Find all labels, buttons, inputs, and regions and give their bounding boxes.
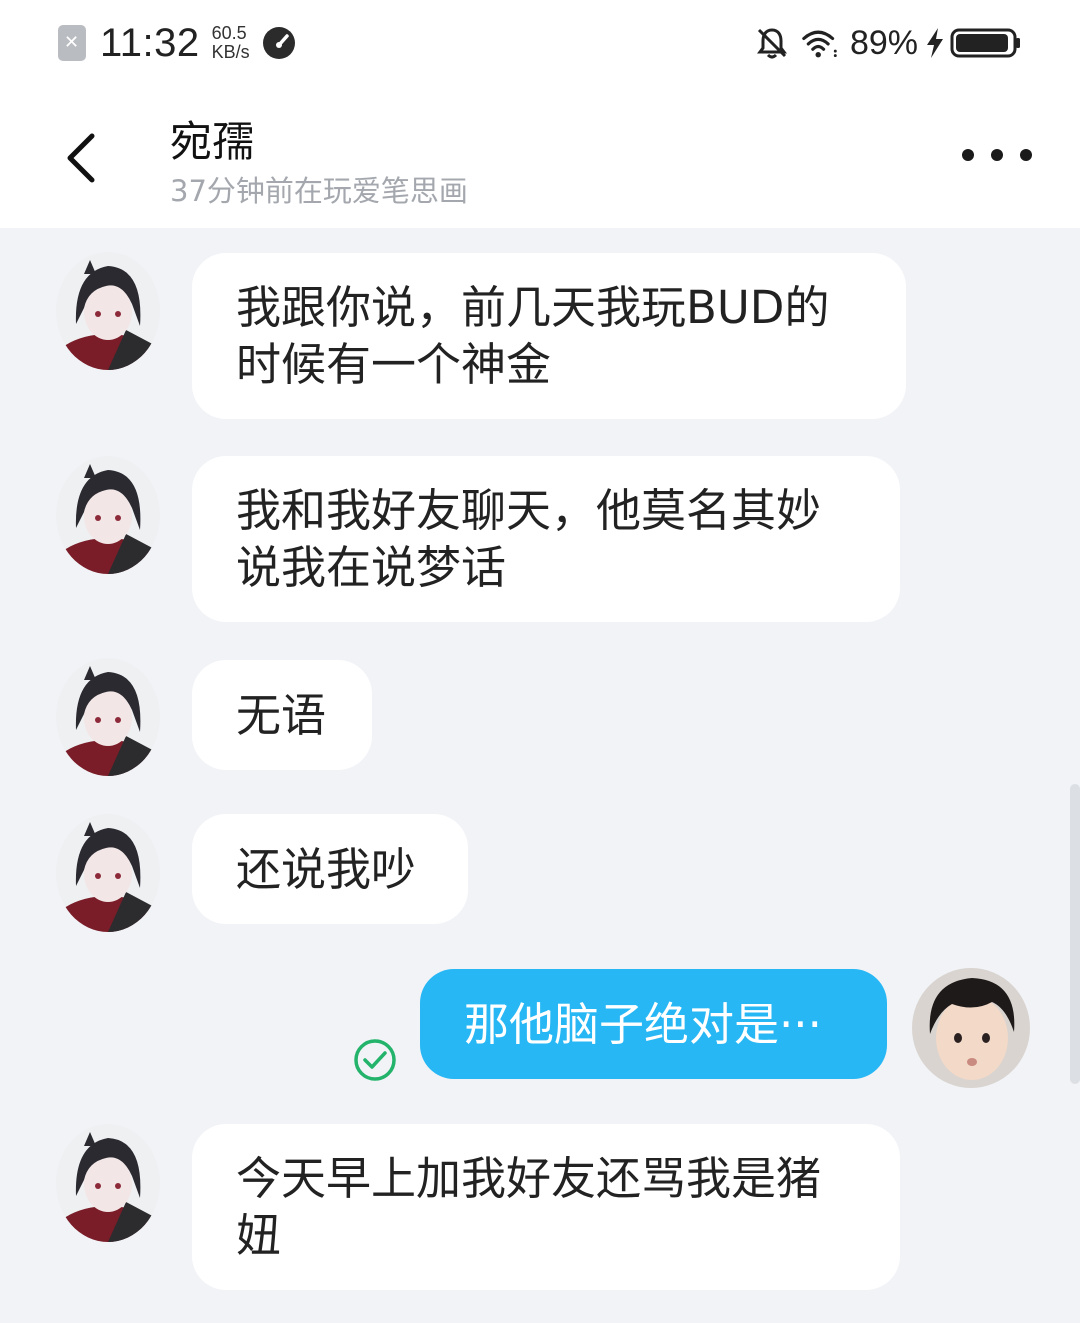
scrollbar[interactable] [1070, 784, 1080, 1084]
message-bubble-incoming[interactable]: 今天早上加我好友还骂我是猪妞 [192, 1124, 900, 1290]
status-time: 11:32 [100, 20, 200, 65]
charging-bolt-icon [927, 28, 943, 58]
contact-avatar[interactable] [56, 658, 160, 776]
status-bar: 11:32 60.5 KB/s 89% [0, 0, 1080, 88]
mute-bell-icon [756, 28, 787, 59]
contact-avatar[interactable] [56, 1124, 160, 1242]
contact-avatar[interactable] [56, 814, 160, 932]
network-speed-unit: KB/s [211, 42, 250, 62]
back-arrow-icon[interactable] [56, 124, 112, 188]
contact-avatar[interactable] [56, 456, 160, 574]
network-speed: 60.5 KB/s [212, 24, 250, 62]
speed-gauge-icon [262, 27, 295, 59]
message-list[interactable]: 我跟你说，前几天我玩BUD的时候有一个神金 我和我好友聊天，他莫名其妙说我在说梦… [0, 228, 1080, 1323]
battery-icon [950, 28, 1020, 58]
contact-activity-status: 37分钟前在玩爱笔思画 [170, 174, 468, 208]
battery-percent: 89% [849, 23, 918, 62]
network-speed-value: 60.5 [211, 23, 247, 43]
message-bubble-outgoing[interactable]: 那他脑子绝对是··· [420, 969, 887, 1079]
contact-avatar[interactable] [56, 252, 160, 370]
message-bubble-incoming[interactable]: 无语 [192, 660, 372, 770]
message-bubble-incoming[interactable]: 我和我好友聊天，他莫名其妙说我在说梦话 [192, 456, 900, 622]
message-bubble-incoming[interactable]: 我跟你说，前几天我玩BUD的时候有一个神金 [192, 253, 906, 419]
status-bar-left: 11:32 60.5 KB/s [58, 20, 296, 66]
chat-header: 宛孺 37分钟前在玩爱笔思画 [0, 88, 1080, 228]
more-options-icon[interactable] [962, 138, 1032, 172]
contact-name[interactable]: 宛孺 [170, 108, 254, 169]
status-bar-right: 89% [754, 20, 1022, 66]
message-bubble-incoming[interactable]: 还说我吵 [192, 814, 468, 924]
read-check-icon [354, 1039, 396, 1081]
notification-dismiss-icon [58, 25, 86, 61]
wifi-icon [802, 30, 837, 58]
my-avatar[interactable] [912, 968, 1030, 1088]
